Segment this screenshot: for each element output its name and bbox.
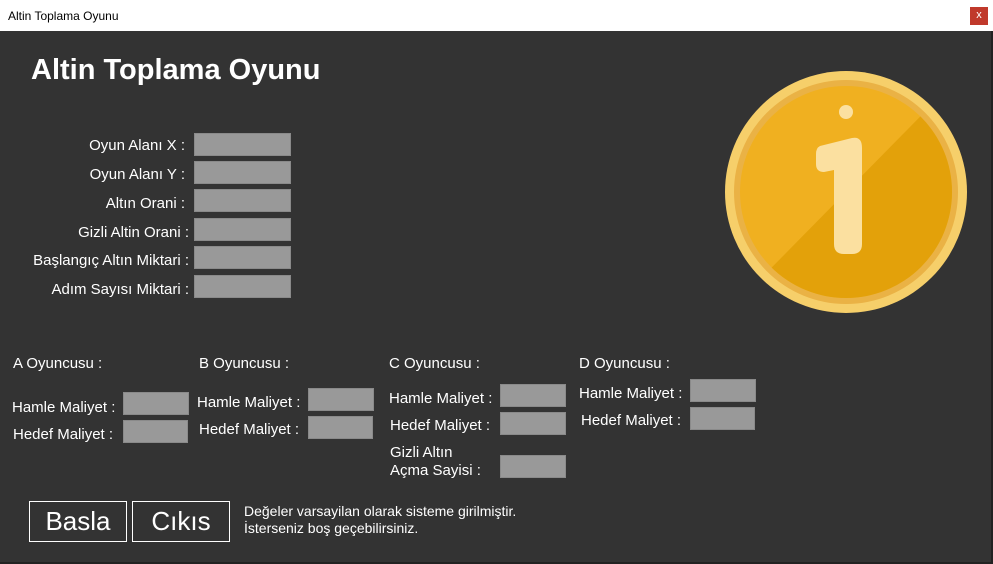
info-note-line-2: İsterseniz boş geçebilirsiniz. [244,520,419,536]
player-d-move-cost-input[interactable] [690,379,756,402]
step-count-input[interactable] [194,275,291,298]
player-d-target-cost-label: Hedef Maliyet : [581,412,682,429]
player-c-reveal-count-input[interactable] [500,455,566,478]
gold-ratio-input[interactable] [194,189,291,212]
exit-button[interactable]: Cıkıs [132,501,230,542]
player-d-target-cost-input[interactable] [690,407,755,430]
hidden-gold-ratio-input[interactable] [194,218,291,241]
close-button[interactable]: x [970,7,988,25]
player-b-target-cost-label: Hedef Maliyet : [199,421,300,438]
start-gold-input[interactable] [194,246,291,269]
player-d-move-cost-label: Hamle Maliyet : [579,385,683,402]
page-title: Altin Toplama Oyunu [31,54,321,86]
field-label-x: Oyun Alanı X : [89,137,185,154]
field-label-y: Oyun Alanı Y : [89,166,185,183]
player-d-title: D Oyuncusu : [579,355,670,372]
gold-coin-icon [725,71,967,313]
field-label-hidden-gold-ratio: Gizli Altin Orani : [78,224,189,241]
window-title: Altin Toplama Oyunu [8,9,119,23]
player-a-move-cost-input[interactable] [123,392,189,415]
player-a-title: A Oyuncusu : [13,355,103,372]
title-bar: Altin Toplama Oyunu x [0,0,993,31]
player-c-reveal-label-2: Açma Sayisi : [390,462,481,479]
field-label-step-count: Adım Sayısı Miktari : [51,281,189,298]
player-c-target-cost-label: Hedef Maliyet : [390,417,491,434]
field-label-start-gold: Başlangıç Altın Miktari : [33,252,189,269]
start-button[interactable]: Basla [29,501,127,542]
coin-dot [839,105,853,119]
player-c-move-cost-label: Hamle Maliyet : [389,390,493,407]
player-b-move-cost-input[interactable] [308,388,374,411]
player-a-target-cost-input[interactable] [123,420,188,443]
player-a-move-cost-label: Hamle Maliyet : [12,399,116,416]
info-note-line-1: Değeler varsayilan olarak sisteme girilm… [244,503,517,519]
player-b-move-cost-label: Hamle Maliyet : [197,394,301,411]
player-c-move-cost-input[interactable] [500,384,566,407]
player-c-title: C Oyuncusu : [389,355,480,372]
area-y-input[interactable] [194,161,291,184]
player-c-target-cost-input[interactable] [500,412,566,435]
player-b-target-cost-input[interactable] [308,416,373,439]
player-b-title: B Oyuncusu : [199,355,290,372]
area-x-input[interactable] [194,133,291,156]
player-a-target-cost-label: Hedef Maliyet : [13,426,114,443]
field-label-gold-ratio: Altın Orani : [105,195,185,212]
info-note: Değeler varsayilan olarak sisteme girilm… [244,503,516,537]
player-c-reveal-label-1: Gizli Altın [390,444,453,461]
